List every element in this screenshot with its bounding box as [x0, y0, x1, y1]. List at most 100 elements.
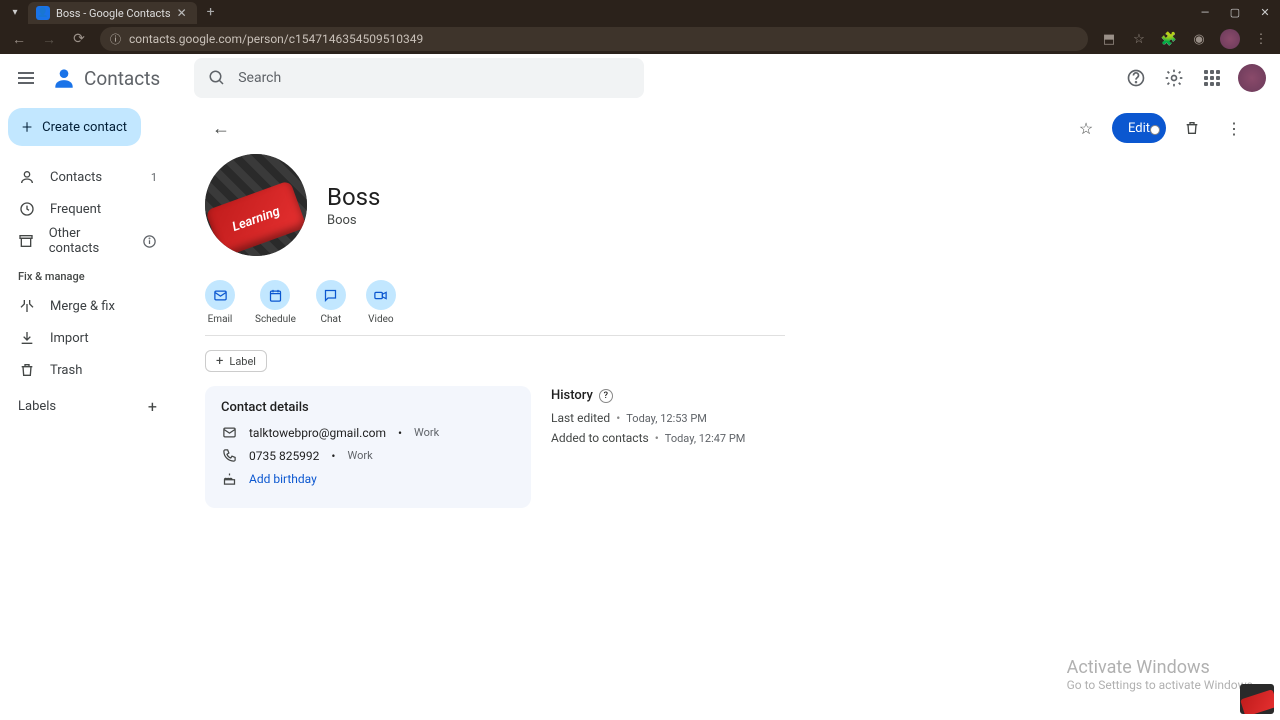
history-added-row: Added to contacts • Today, 12:47 PM: [551, 431, 745, 445]
sidebar-item-other-contacts[interactable]: Other contacts: [8, 226, 167, 256]
search-input[interactable]: [238, 70, 630, 86]
add-birthday-link[interactable]: Add birthday: [249, 472, 317, 486]
delete-button[interactable]: [1176, 112, 1208, 144]
plus-icon: +: [216, 354, 223, 369]
history-last-edited-label: Last edited: [551, 411, 610, 425]
contact-avatar[interactable]: Learning: [205, 154, 307, 256]
contact-name: Boss: [327, 183, 380, 211]
person-icon: [18, 169, 36, 185]
quick-action-chat-label: Chat: [321, 314, 342, 325]
sidebar-import-label: Import: [50, 331, 89, 346]
window-maximize-icon[interactable]: ▢: [1220, 0, 1250, 24]
cake-icon: [221, 471, 237, 486]
back-button[interactable]: ←: [205, 112, 237, 144]
main-content: ← ☆ Edit ⋮ Learning Boss Boos: [175, 102, 1280, 720]
nav-back-icon[interactable]: ←: [10, 30, 28, 48]
sidebar-item-contacts[interactable]: Contacts 1: [8, 162, 167, 192]
download-icon: [18, 330, 36, 346]
avatar-image-text: Learning: [205, 180, 307, 256]
search-box[interactable]: [194, 58, 644, 98]
main-menu-icon[interactable]: [14, 66, 38, 90]
history-last-edited-time: Today, 12:53 PM: [626, 412, 707, 425]
new-tab-button[interactable]: +: [207, 4, 215, 20]
quick-action-schedule-label: Schedule: [255, 314, 296, 325]
labels-heading: Labels: [18, 399, 56, 414]
history-added-label: Added to contacts: [551, 431, 649, 445]
quick-action-video[interactable]: Video: [366, 280, 396, 325]
sidebar-item-import[interactable]: Import: [8, 323, 167, 353]
sidebar-contacts-label: Contacts: [50, 170, 102, 185]
create-contact-button[interactable]: + Create contact: [8, 108, 141, 146]
history-icon: [18, 201, 36, 217]
plus-icon: +: [22, 117, 32, 138]
activate-windows-watermark: Activate Windows Go to Settings to activ…: [1067, 657, 1256, 692]
sidebar-item-frequent[interactable]: Frequent: [8, 194, 167, 224]
watermark-line1: Activate Windows: [1067, 657, 1256, 678]
nav-reload-icon[interactable]: ⟳: [70, 30, 88, 48]
history-heading: History: [551, 388, 593, 403]
recording-thumbnail[interactable]: [1240, 684, 1274, 714]
browser-profile-avatar[interactable]: [1220, 29, 1240, 49]
window-minimize-icon[interactable]: —: [1190, 0, 1220, 24]
create-contact-label: Create contact: [42, 120, 127, 135]
history-last-edited-row: Last edited • Today, 12:53 PM: [551, 411, 745, 425]
url-text: contacts.google.com/person/c154714635450…: [129, 32, 423, 46]
email-icon: [205, 280, 235, 310]
account-avatar[interactable]: [1238, 64, 1266, 92]
edit-button-label: Edit: [1128, 121, 1150, 136]
label-chip-text: Label: [229, 355, 256, 368]
sidebar: + Create contact Contacts 1 Frequent Oth…: [0, 102, 175, 720]
detail-birthday-row[interactable]: Add birthday: [221, 471, 515, 486]
archive-icon: [18, 233, 35, 249]
install-app-icon[interactable]: ⬒: [1100, 30, 1118, 48]
search-icon: [208, 69, 226, 87]
quick-action-schedule[interactable]: Schedule: [255, 280, 296, 325]
star-button[interactable]: ☆: [1070, 112, 1102, 144]
sidebar-item-merge-fix[interactable]: Merge & fix: [8, 291, 167, 321]
detail-phone-row[interactable]: 0735 825992 • Work: [221, 448, 515, 463]
add-label-chip[interactable]: + Label: [205, 350, 267, 372]
quick-action-video-label: Video: [368, 314, 393, 325]
extension-badge-icon[interactable]: ◉: [1190, 30, 1208, 48]
google-apps-icon[interactable]: [1200, 66, 1224, 90]
tab-close-icon[interactable]: ✕: [177, 6, 189, 20]
browser-menu-icon[interactable]: ⋮: [1252, 30, 1270, 48]
phone-icon: [221, 448, 237, 463]
tabs-dropdown-icon[interactable]: ▾: [8, 5, 22, 19]
window-close-icon[interactable]: ✕: [1250, 0, 1280, 24]
contact-subtitle: Boos: [327, 213, 380, 228]
quick-action-email[interactable]: Email: [205, 280, 235, 325]
sidebar-item-trash[interactable]: Trash: [8, 355, 167, 385]
quick-action-email-label: Email: [208, 314, 233, 325]
edit-button[interactable]: Edit: [1112, 113, 1166, 143]
add-label-button[interactable]: +: [148, 397, 157, 416]
info-icon[interactable]: [142, 234, 157, 249]
sidebar-other-label: Other contacts: [49, 226, 128, 256]
contacts-count: 1: [151, 171, 157, 184]
nav-forward-icon: →: [40, 30, 58, 48]
detail-email-value: talktowebpro@gmail.com: [249, 426, 386, 440]
merge-icon: [18, 298, 36, 314]
sidebar-trash-label: Trash: [50, 363, 82, 378]
quick-action-chat[interactable]: Chat: [316, 280, 346, 325]
contact-details-card: Contact details talktowebpro@gmail.com •…: [205, 386, 531, 508]
sidebar-frequent-label: Frequent: [50, 202, 101, 217]
help-icon[interactable]: [1124, 66, 1148, 90]
watermark-line2: Go to Settings to activate Windows.: [1067, 678, 1256, 692]
more-menu-button[interactable]: ⋮: [1218, 112, 1250, 144]
chat-icon: [316, 280, 346, 310]
email-icon: [221, 425, 237, 440]
contacts-logo-icon: [50, 64, 78, 92]
history-panel: History ? Last edited • Today, 12:53 PM …: [551, 386, 745, 508]
settings-gear-icon[interactable]: [1162, 66, 1186, 90]
address-bar[interactable]: ⓘ contacts.google.com/person/c1547146354…: [100, 27, 1088, 51]
bookmark-star-icon[interactable]: ☆: [1130, 30, 1148, 48]
browser-tab[interactable]: 👤 Boss - Google Contacts ✕: [28, 2, 197, 24]
video-icon: [366, 280, 396, 310]
sidebar-merge-label: Merge & fix: [50, 299, 115, 314]
site-info-icon[interactable]: ⓘ: [110, 31, 121, 47]
detail-email-row[interactable]: talktowebpro@gmail.com • Work: [221, 425, 515, 440]
contact-details-heading: Contact details: [221, 400, 515, 415]
extensions-icon[interactable]: 🧩: [1160, 30, 1178, 48]
history-help-icon[interactable]: ?: [599, 389, 613, 403]
